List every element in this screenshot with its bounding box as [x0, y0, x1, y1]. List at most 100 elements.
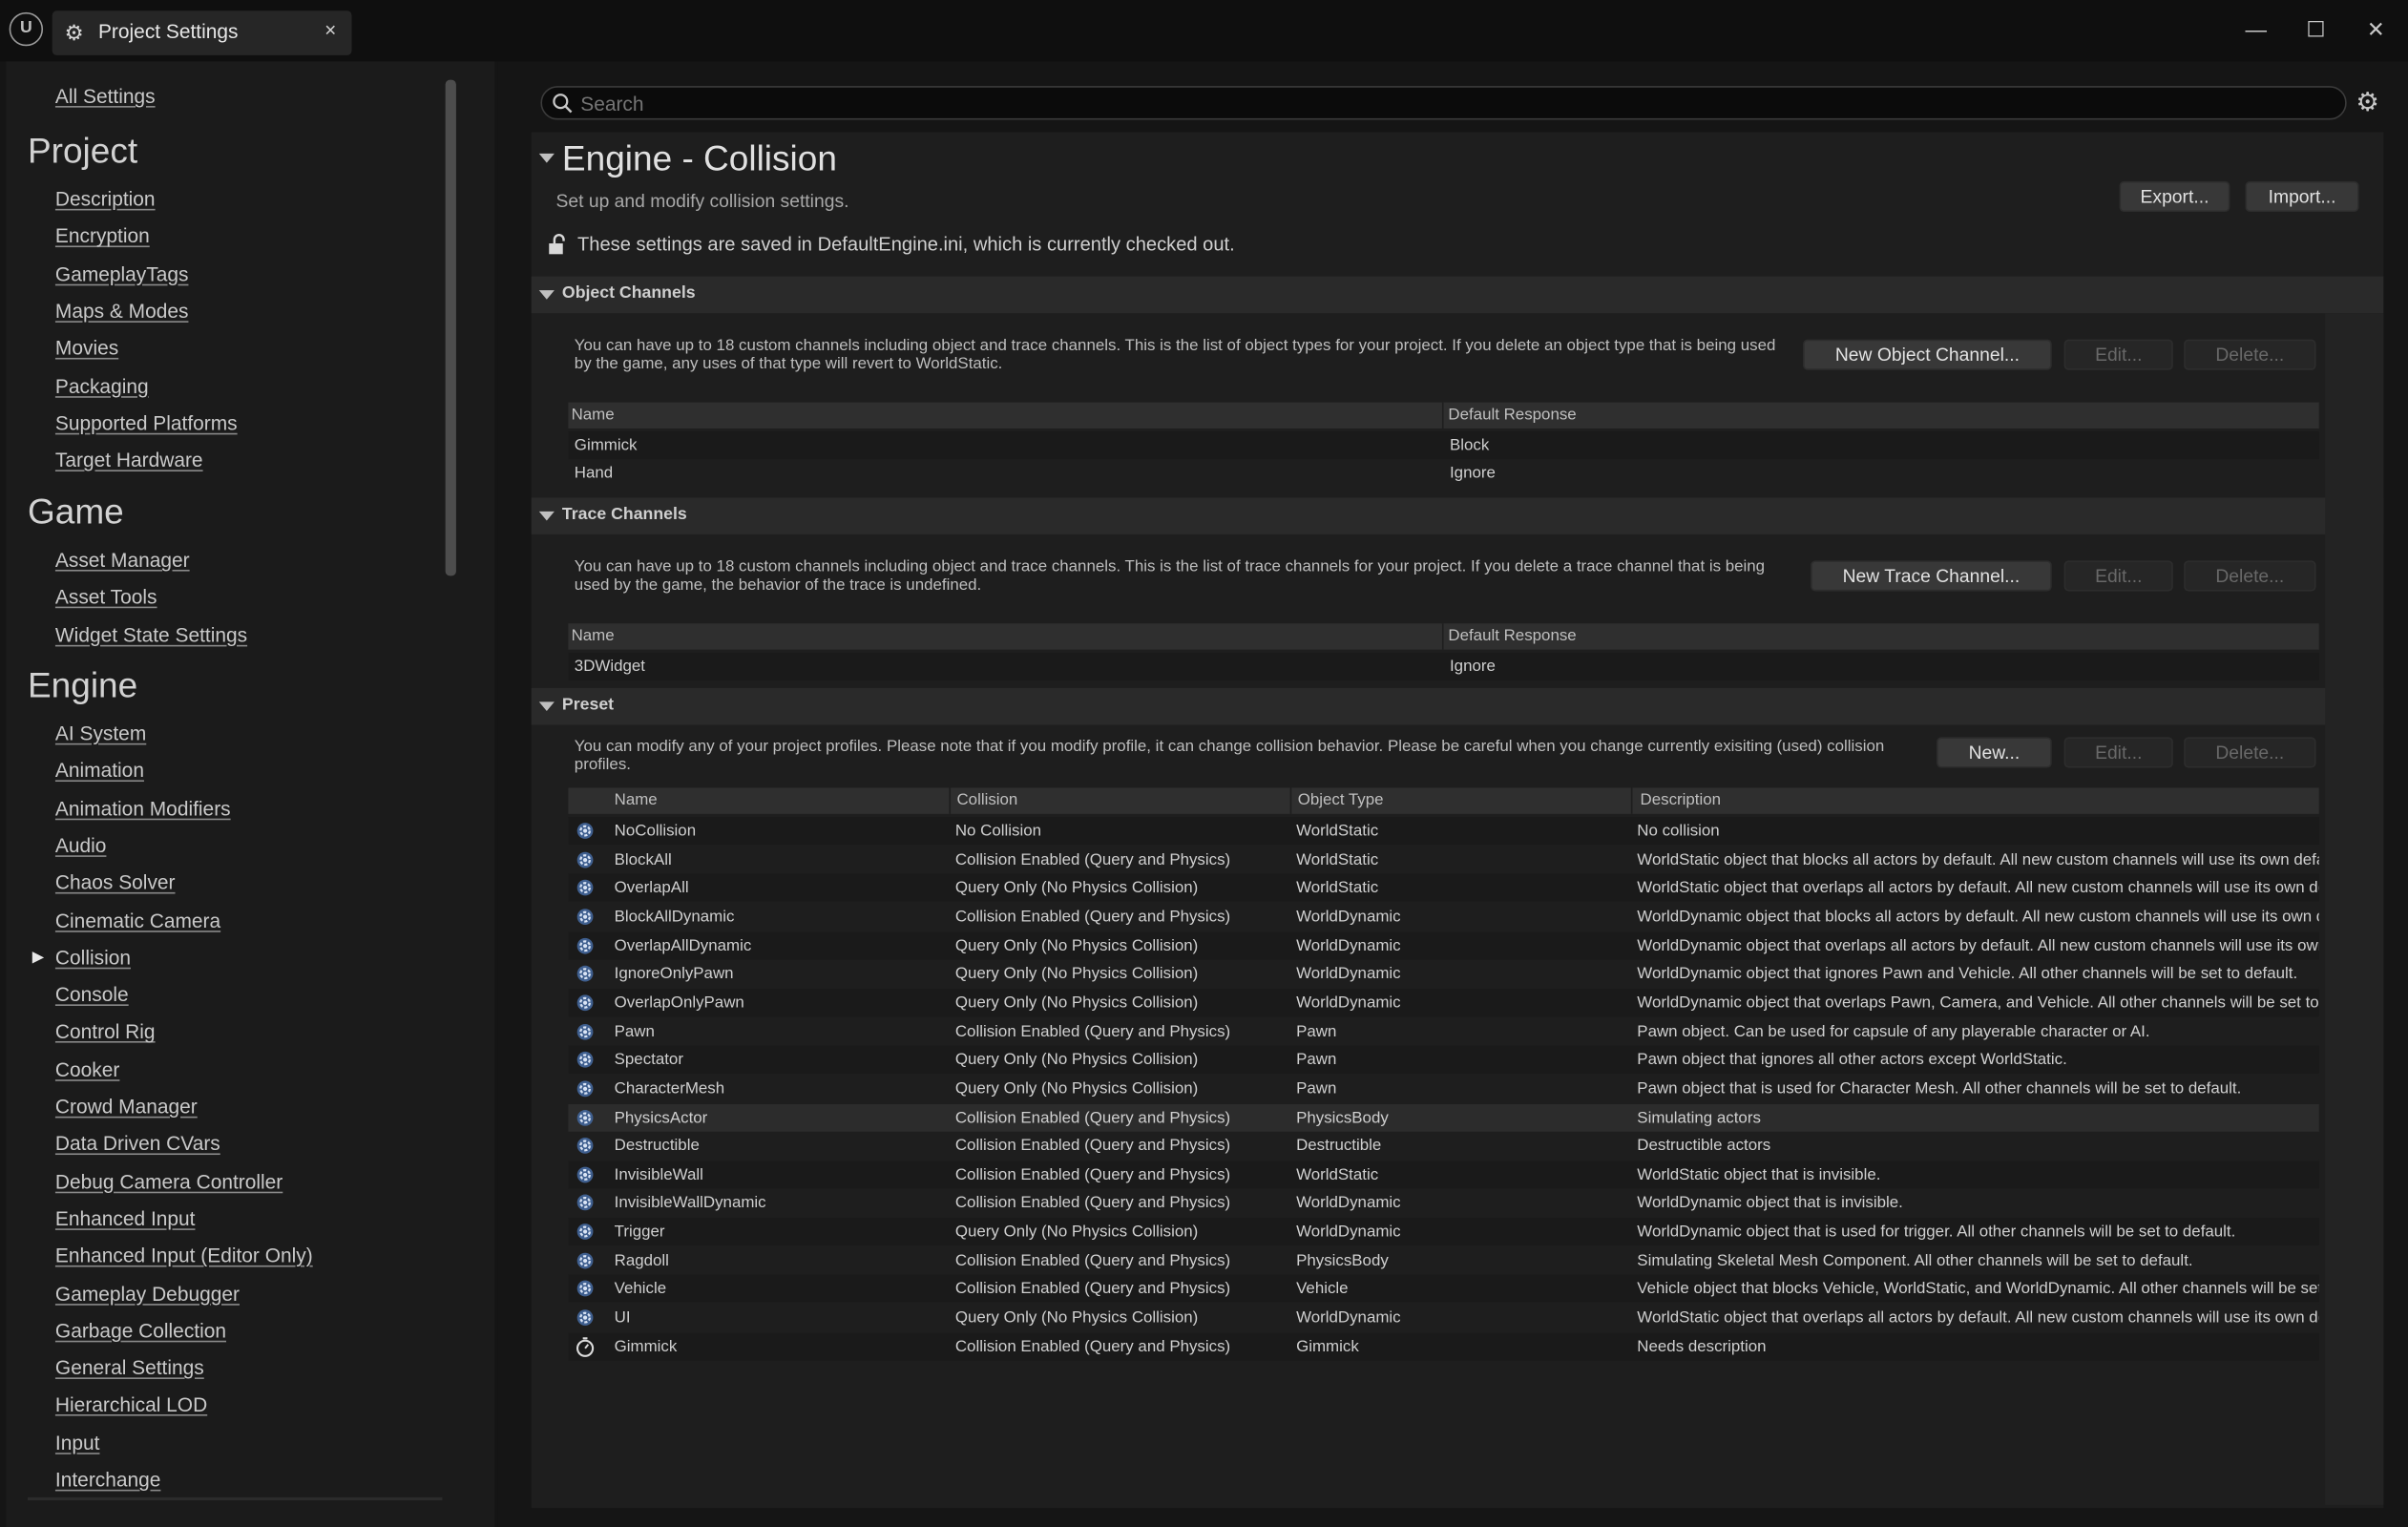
sidebar-item-enhanced-input-editor-only[interactable]: Enhanced Input (Editor Only): [55, 1245, 313, 1267]
close-tab-icon[interactable]: ×: [325, 18, 336, 41]
table-row[interactable]: Hand Ignore: [568, 459, 2319, 488]
sidebar-item-debug-camera-controller[interactable]: Debug Camera Controller: [55, 1169, 283, 1192]
sidebar-item-target-hardware[interactable]: Target Hardware: [55, 449, 203, 471]
table-row[interactable]: Ragdoll Collision Enabled (Query and Phys…: [568, 1246, 2319, 1275]
table-row[interactable]: Gimmick Block: [568, 431, 2319, 460]
table-row[interactable]: IgnoreOnlyPawn Query Only (No Physics Col…: [568, 960, 2319, 989]
table-row[interactable]: Destructible Collision Enabled (Query and…: [568, 1132, 2319, 1161]
search-box[interactable]: [540, 86, 2347, 120]
sidebar-item-chaos-solver[interactable]: Chaos Solver: [55, 871, 176, 894]
column-header-name[interactable]: Name: [572, 627, 615, 645]
sidebar-item-movies[interactable]: Movies: [55, 337, 118, 360]
sidebar-item-console[interactable]: Console: [55, 983, 129, 1006]
sidebar-item-maps-modes[interactable]: Maps & Modes: [55, 300, 189, 323]
sidebar-item-garbage-collection[interactable]: Garbage Collection: [55, 1319, 226, 1342]
engine-profile-icon: [576, 1224, 594, 1241]
preset-description: Simulating Skeletal Mesh Component. All …: [1637, 1251, 2193, 1270]
search-input[interactable]: [580, 90, 2332, 115]
close-window-button[interactable]: ✕: [2359, 15, 2393, 46]
sidebar-item-all-settings[interactable]: All Settings: [55, 85, 156, 108]
sidebar-item-ai-system[interactable]: AI System: [55, 722, 146, 744]
table-row[interactable]: Pawn Collision Enabled (Query and Physics…: [568, 1017, 2319, 1046]
column-header-object-type[interactable]: Object Type: [1298, 791, 1384, 809]
trace-channels-header[interactable]: Trace Channels: [531, 497, 2384, 534]
table-row[interactable]: Gimmick Collision Enabled (Query and Phys…: [568, 1332, 2319, 1361]
sidebar-item-packaging[interactable]: Packaging: [55, 374, 149, 397]
table-row[interactable]: OverlapAllDynamic Query Only (No Physics …: [568, 931, 2319, 960]
column-header-collision[interactable]: Collision: [956, 791, 1017, 809]
table-row[interactable]: Trigger Query Only (No Physics Collision)…: [568, 1218, 2319, 1246]
sidebar-item-encryption[interactable]: Encryption: [55, 224, 150, 247]
sidebar-item-animation-modifiers[interactable]: Animation Modifiers: [55, 796, 231, 819]
table-row[interactable]: CharacterMesh Query Only (No Physics Coll…: [568, 1075, 2319, 1103]
sidebar-item-cooker[interactable]: Cooker: [55, 1057, 119, 1080]
sidebar-item-crowd-manager[interactable]: Crowd Manager: [55, 1095, 198, 1118]
table-header: Name Default Response: [568, 402, 2319, 429]
sidebar-item-description[interactable]: Description: [55, 187, 156, 210]
new-preset-button[interactable]: New...: [1937, 737, 2052, 768]
object-channels-header[interactable]: Object Channels: [531, 276, 2384, 314]
table-row[interactable]: 3DWidget Ignore: [568, 652, 2319, 680]
table-row[interactable]: InvisibleWallDynamic Collision Enabled (Q…: [568, 1189, 2319, 1218]
table-row[interactable]: Spectator Query Only (No Physics Collisio…: [568, 1046, 2319, 1075]
maximize-button[interactable]: ☐: [2299, 15, 2333, 46]
delete-trace-channel-button[interactable]: Delete...: [2184, 560, 2316, 592]
sidebar-section-engine: Engine: [27, 664, 138, 705]
edit-object-channel-button[interactable]: Edit...: [2063, 339, 2173, 370]
column-header-default-response[interactable]: Default Response: [1448, 406, 1576, 424]
sidebar-item-asset-manager[interactable]: Asset Manager: [55, 548, 190, 571]
sidebar-item-asset-tools[interactable]: Asset Tools: [55, 586, 157, 609]
import-button[interactable]: Import...: [2245, 180, 2359, 213]
sidebar-item-hierarchical-lod[interactable]: Hierarchical LOD: [55, 1393, 207, 1416]
sidebar-item-input[interactable]: Input: [55, 1431, 100, 1454]
sidebar-item-interchange[interactable]: Interchange: [55, 1468, 160, 1491]
sidebar-item-supported-platforms[interactable]: Supported Platforms: [55, 411, 238, 434]
unreal-logo-icon[interactable]: U: [9, 11, 44, 47]
sidebar-item-widget-state-settings[interactable]: Widget State Settings: [55, 623, 247, 646]
minimize-button[interactable]: —: [2239, 15, 2272, 46]
sidebar-item-audio[interactable]: Audio: [55, 834, 107, 857]
table-row[interactable]: InvisibleWall Collision Enabled (Query an…: [568, 1161, 2319, 1189]
sidebar-item-animation[interactable]: Animation: [55, 759, 144, 782]
engine-profile-icon: [576, 1023, 594, 1039]
tab-project-settings[interactable]: ⚙ Project Settings ×: [52, 10, 352, 55]
table-row[interactable]: OverlapOnlyPawn Query Only (No Physics Co…: [568, 989, 2319, 1017]
collapse-arrow-icon[interactable]: [538, 153, 555, 163]
sidebar-item-gameplay-debugger[interactable]: Gameplay Debugger: [55, 1282, 240, 1305]
default-response: Ignore: [1449, 463, 1496, 483]
sidebar-item-cinematic-camera[interactable]: Cinematic Camera: [55, 909, 220, 931]
preset-object-type: WorldDynamic: [1296, 964, 1401, 984]
table-row[interactable]: OverlapAll Query Only (No Physics Collisi…: [568, 874, 2319, 903]
edit-preset-button[interactable]: Edit...: [2063, 737, 2173, 768]
preset-description: WorldDynamic object that blocks all acto…: [1637, 907, 2319, 927]
new-trace-channel-button[interactable]: New Trace Channel...: [1811, 560, 2052, 592]
table-row[interactable]: NoCollision No Collision WorldStatic No col…: [568, 817, 2319, 846]
details-scroll-track[interactable]: [2325, 313, 2384, 1505]
delete-preset-button[interactable]: Delete...: [2184, 737, 2316, 768]
table-row[interactable]: Vehicle Collision Enabled (Query and Phys…: [568, 1275, 2319, 1304]
table-row[interactable]: UI Query Only (No Physics Collision) World…: [568, 1304, 2319, 1332]
sidebar-item-general-settings[interactable]: General Settings: [55, 1356, 204, 1379]
sidebar-item-data-driven-cvars[interactable]: Data Driven CVars: [55, 1132, 220, 1155]
export-button[interactable]: Export...: [2119, 180, 2230, 213]
table-row[interactable]: BlockAll Collision Enabled (Query and Phy…: [568, 846, 2319, 873]
settings-gear-icon[interactable]: ⚙: [2356, 89, 2383, 116]
column-header-name[interactable]: Name: [615, 791, 658, 809]
table-row[interactable]: PhysicsActor Collision Enabled (Query and…: [568, 1103, 2319, 1132]
sidebar-item-gameplaytags[interactable]: GameplayTags: [55, 262, 189, 285]
preset-collision: Query Only (No Physics Collision): [954, 1050, 1199, 1070]
table-row[interactable]: BlockAllDynamic Collision Enabled (Query …: [568, 903, 2319, 931]
edit-trace-channel-button[interactable]: Edit...: [2063, 560, 2173, 592]
sidebar-item-control-rig[interactable]: Control Rig: [55, 1020, 156, 1043]
sidebar-horizontal-scrollbar[interactable]: [27, 1496, 443, 1501]
column-header-description[interactable]: Description: [1641, 791, 1722, 809]
new-object-channel-button[interactable]: New Object Channel...: [1803, 339, 2052, 370]
sidebar-item-enhanced-input[interactable]: Enhanced Input: [55, 1207, 196, 1230]
search-icon: [553, 94, 573, 114]
sidebar-scrollbar[interactable]: [445, 79, 456, 576]
delete-object-channel-button[interactable]: Delete...: [2184, 339, 2316, 370]
sidebar-item-collision[interactable]: Collision: [55, 946, 131, 969]
column-header-default-response[interactable]: Default Response: [1448, 627, 1576, 645]
column-header-name[interactable]: Name: [572, 406, 615, 424]
preset-header[interactable]: Preset: [531, 687, 2384, 725]
